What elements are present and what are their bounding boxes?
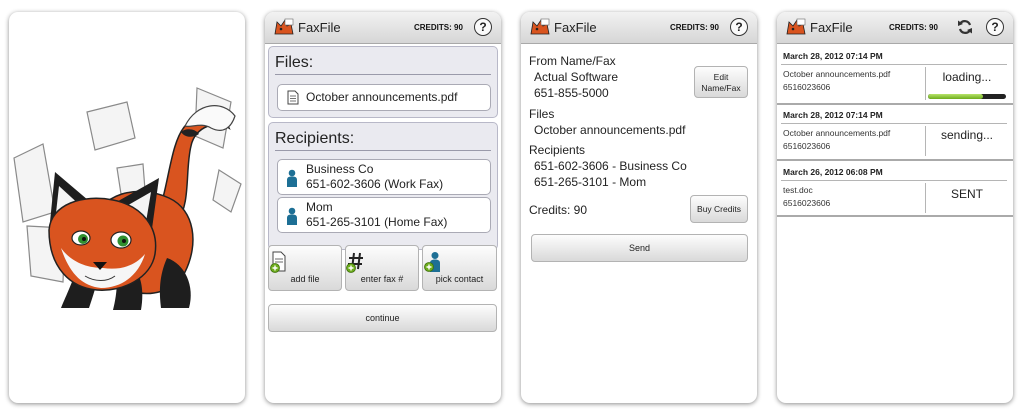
recipient-line: 651-265-3101 - Mom	[534, 175, 647, 189]
entry-status: loading...	[942, 70, 992, 84]
continue-button[interactable]: continue	[268, 304, 497, 332]
files-label: Files	[529, 107, 555, 121]
contact-add-icon	[424, 252, 440, 272]
entry-number: 6516023606	[783, 198, 831, 208]
entry-status: sending...	[940, 128, 994, 142]
pick-contact-button[interactable]: pick contact	[422, 245, 497, 291]
title-bar: FaxFile CREDITS: 90 ?	[521, 12, 757, 44]
recipients-label: Recipients	[529, 143, 586, 157]
from-name: Actual Software	[534, 70, 619, 84]
buy-credits-button[interactable]: Buy Credits	[690, 195, 748, 223]
entry-date: March 28, 2012 07:14 PM	[783, 110, 883, 120]
recipients-section: Recipients: Business Co 651-602-3606 (Wo…	[268, 122, 498, 250]
add-file-button[interactable]: add file	[268, 245, 342, 291]
hash-add-icon	[346, 252, 363, 273]
pick-contact-label: pick contact	[435, 274, 484, 284]
entry-date: March 26, 2012 06:08 PM	[783, 167, 883, 177]
edit-label-line1: Edit	[713, 72, 729, 82]
edit-name-fax-button[interactable]: Edit Name/Fax	[694, 66, 748, 98]
credits-label: CREDITS: 90	[414, 23, 463, 32]
compose-screen: FaxFile CREDITS: 90 ? Files: October ann…	[265, 12, 501, 403]
recipient-name: Mom	[306, 200, 333, 214]
app-title: FaxFile	[554, 20, 597, 35]
files-section: Files: October announcements.pdf	[268, 46, 498, 118]
add-file-icon	[270, 251, 286, 273]
entry-status: SENT	[950, 187, 983, 201]
document-icon	[287, 90, 299, 105]
entry-date: March 28, 2012 07:14 PM	[783, 51, 883, 61]
fox-logo-icon	[530, 18, 550, 35]
fox-mascot-illustration	[13, 87, 242, 310]
help-button[interactable]: ?	[986, 18, 1004, 36]
edit-label-line2: Name/Fax	[701, 83, 741, 93]
title-bar: FaxFile CREDITS: 90 ?	[777, 12, 1013, 44]
files-heading: Files:	[275, 54, 314, 71]
from-label: From Name/Fax	[529, 54, 616, 68]
progress-bar	[928, 94, 1006, 99]
entry-number: 6516023606	[783, 82, 831, 92]
app-title: FaxFile	[298, 20, 341, 35]
entry-number: 6516023606	[783, 141, 831, 151]
entry-file: test.doc	[783, 185, 813, 195]
enter-fax-button[interactable]: enter fax #	[345, 245, 419, 291]
recipient-item[interactable]: Mom 651-265-3101 (Home Fax)	[277, 197, 491, 233]
fox-logo-icon	[786, 18, 806, 35]
send-button[interactable]: Send	[531, 234, 748, 262]
credits-text: Credits: 90	[529, 203, 588, 217]
person-icon	[287, 207, 297, 225]
app-title: FaxFile	[810, 20, 853, 35]
review-screen: FaxFile CREDITS: 90 ? From Name/Fax Actu…	[521, 12, 757, 403]
person-icon	[287, 169, 297, 187]
file-item[interactable]: October announcements.pdf	[277, 84, 491, 111]
file-name: October announcements.pdf	[534, 123, 686, 137]
entry-file: October announcements.pdf	[783, 69, 891, 79]
enter-fax-label: enter fax #	[360, 274, 404, 284]
credits-label: CREDITS: 90	[670, 23, 719, 32]
recipient-name: Business Co	[306, 162, 374, 176]
splash-screen	[9, 12, 245, 403]
from-fax: 651-855-5000	[534, 86, 609, 100]
add-file-label: add file	[290, 274, 320, 284]
history-screen: FaxFile CREDITS: 90 ? March 28, 2012 07:…	[777, 12, 1013, 403]
refresh-icon[interactable]	[957, 19, 973, 35]
fox-logo-icon	[274, 18, 294, 35]
file-name: October announcements.pdf	[306, 90, 458, 104]
credits-label: CREDITS: 90	[889, 23, 938, 32]
recipient-detail: 651-265-3101 (Home Fax)	[306, 215, 448, 229]
recipient-line: 651-602-3606 - Business Co	[534, 159, 687, 173]
help-button[interactable]: ?	[730, 18, 748, 36]
title-bar: FaxFile CREDITS: 90 ?	[265, 12, 501, 44]
recipient-item[interactable]: Business Co 651-602-3606 (Work Fax)	[277, 159, 491, 195]
recipient-detail: 651-602-3606 (Work Fax)	[306, 177, 444, 191]
recipients-heading: Recipients:	[275, 130, 355, 147]
entry-file: October announcements.pdf	[783, 128, 891, 138]
help-button[interactable]: ?	[474, 18, 492, 36]
